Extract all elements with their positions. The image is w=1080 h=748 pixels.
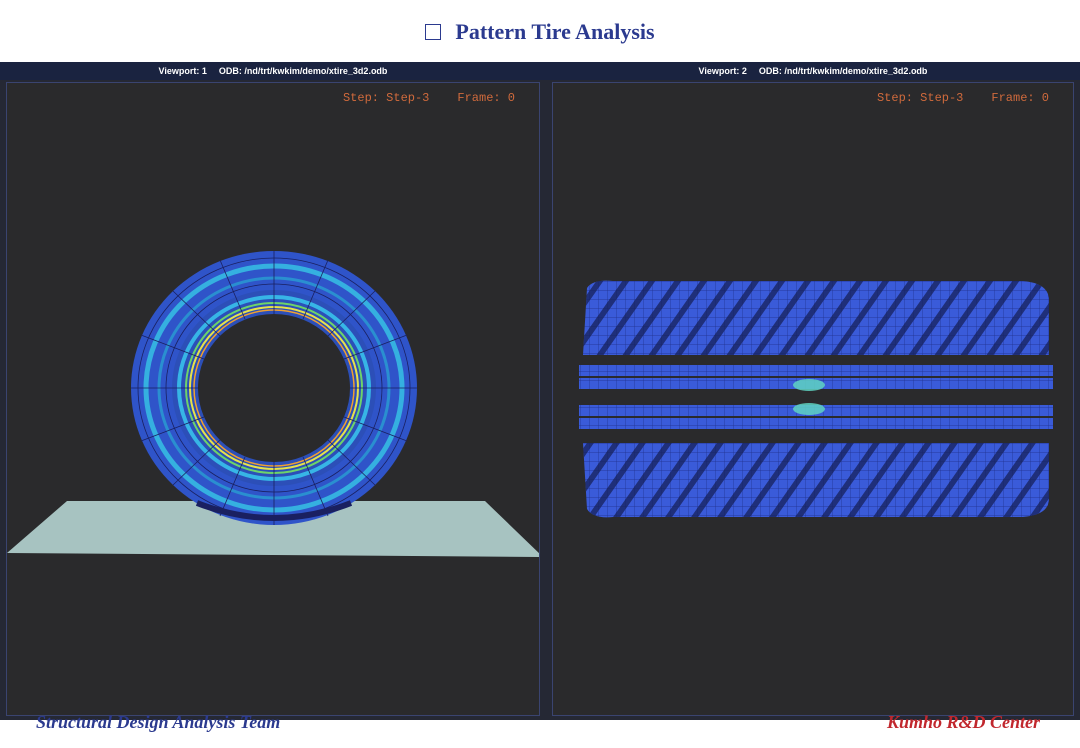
contact-highlight-2	[793, 403, 825, 415]
viewport-1-canvas[interactable]: Step: Step-3 Frame: 0	[6, 82, 540, 716]
viewport-1[interactable]: Viewport: 1 ODB: /nd/trt/kwkim/demo/xtir…	[0, 62, 546, 720]
viewport-1-titlebar[interactable]: Viewport: 1 ODB: /nd/trt/kwkim/demo/xtir…	[0, 62, 546, 80]
viewport-2-frame: Frame: 0	[991, 91, 1049, 105]
viewport-2[interactable]: Viewport: 2 ODB: /nd/trt/kwkim/demo/xtir…	[546, 62, 1080, 720]
viewport-1-label: Viewport: 1	[158, 66, 207, 76]
viewport-2-step: Step: Step-3	[876, 91, 964, 105]
viewport-1-odb-path: ODB: /nd/trt/kwkim/demo/xtire_3d2.odb	[218, 66, 388, 76]
viewport-2-canvas[interactable]: Step: Step-3 Frame: 0	[552, 82, 1074, 716]
slide-title: Pattern Tire Analysis	[0, 14, 1080, 50]
tire-tread-view	[579, 280, 1053, 518]
checkbox-icon	[425, 24, 442, 40]
viewport-2-titlebar[interactable]: Viewport: 2 ODB: /nd/trt/kwkim/demo/xtir…	[546, 62, 1080, 80]
viewport-1-frame: Frame: 0	[457, 91, 515, 105]
tire-side-view	[7, 251, 539, 557]
viewport-1-status: Step: Step-3 Frame: 0	[315, 91, 515, 105]
viewport-1-step: Step: Step-3	[342, 91, 430, 105]
viewport-2-label: Viewport: 2	[698, 66, 747, 76]
viewport-2-status: Step: Step-3 Frame: 0	[849, 91, 1049, 105]
contact-highlight-1	[793, 379, 825, 391]
viewport-2-odb-path: ODB: /nd/trt/kwkim/demo/xtire_3d2.odb	[758, 66, 928, 76]
footer-center-name: Kumho R&D Center	[886, 712, 1040, 732]
footer-team-name: Structural Design Analysis Team	[36, 712, 281, 732]
slide-title-text: Pattern Tire Analysis	[455, 19, 655, 44]
tire-rim-hole	[198, 314, 350, 462]
